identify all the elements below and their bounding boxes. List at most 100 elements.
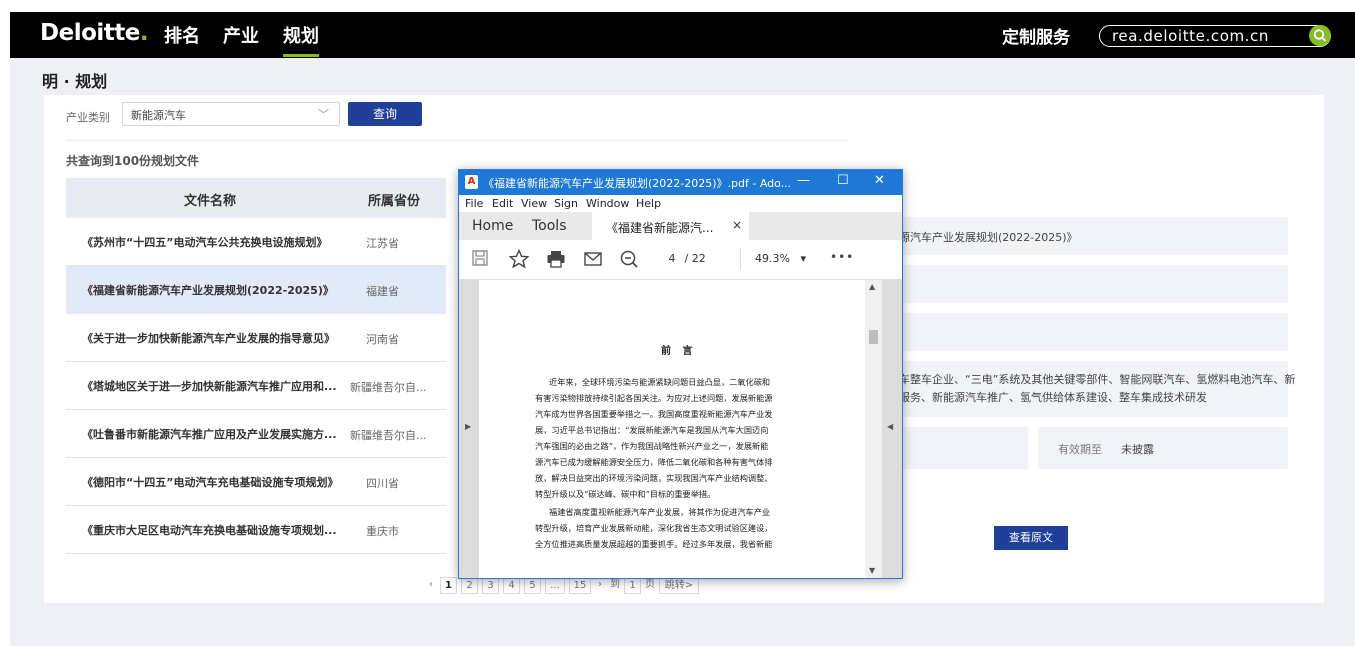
table-row[interactable]: 《关于进一步加快新能源汽车产业发展的指导意见》 河南省: [66, 314, 446, 362]
next-page[interactable]: ›: [595, 577, 605, 594]
table-row[interactable]: 《重庆市大足区电动汽车充换电基础设施专项规划... 重庆市: [66, 506, 446, 554]
document-tab-label: 《福建省新能源汽...: [606, 221, 714, 235]
minimize-button[interactable]: —: [797, 173, 810, 188]
filter-label: 产业类别: [66, 111, 110, 124]
detail-title-box: 能源汽车产业发展规划(2022-2025)》: [848, 217, 1288, 255]
pdf-text-line: 汽车成为世界各国重要举措之一。我国高度重视新能源汽车产业发: [535, 409, 773, 419]
top-nav-bar: Deloitte. 排名 产业 规划 定制服务 rea.deloitte.com…: [10, 12, 1355, 58]
chevron-down-icon: ﹀: [318, 108, 329, 121]
row-file-name: 《重庆市大足区电动汽车充换电基础设施专项规划...: [82, 524, 337, 537]
page-15[interactable]: 15: [569, 577, 591, 594]
close-button[interactable]: ✕: [874, 173, 885, 188]
tab-document[interactable]: 《福建省新能源汽... ×: [592, 212, 749, 240]
row-province: 新疆维吾尔自...: [350, 381, 427, 394]
table-row-selected[interactable]: 《福建省新能源汽车产业发展规划(2022-2025)》 福建省: [66, 266, 446, 314]
menu-view[interactable]: View: [521, 197, 547, 210]
row-file-name: 《苏州市“十四五”电动汽车公共充换电设施规划》: [82, 236, 328, 249]
goto-page-input[interactable]: 1: [624, 577, 641, 594]
pdf-page-heading: 前 言: [661, 346, 697, 357]
row-province: 重庆市: [366, 525, 399, 538]
industry-select[interactable]: 新能源汽车 ﹀: [122, 102, 340, 126]
print-icon[interactable]: [546, 249, 566, 274]
tab-home[interactable]: Home: [472, 218, 513, 234]
site-search-box[interactable]: rea.deloitte.com.cn: [1099, 25, 1331, 47]
table-row[interactable]: 《塔城地区关于进一步加快新能源汽车推广应用和... 新疆维吾尔自...: [66, 362, 446, 410]
row-file-name: 《福建省新能源汽车产业发展规划(2022-2025)》: [82, 284, 334, 297]
row-province: 新疆维吾尔自...: [350, 429, 427, 442]
zoom-select[interactable]: 49.3% ▾: [755, 252, 806, 265]
result-count: 共查询到100份规划文件: [66, 154, 200, 168]
table-row[interactable]: 《德阳市“十四五”电动汽车充电基础设施专项规划》 四川省: [66, 458, 446, 506]
save-icon[interactable]: [471, 249, 489, 272]
pdf-viewer-window[interactable]: A 《福建省新能源汽车产业发展规划(2022-2025)》.pdf - Ado.…: [458, 169, 903, 579]
table-header: 文件名称 所属省份: [66, 178, 446, 218]
custom-service-link[interactable]: 定制服务: [1002, 23, 1070, 48]
detail-dept-box: 厅: [848, 313, 1288, 351]
scroll-down-icon[interactable]: ▼: [869, 566, 875, 575]
pdf-text-line: 放，解决日益突出的环境污染问题，实现我国汽车产业结构调整、: [535, 473, 773, 483]
menu-file[interactable]: File: [465, 197, 483, 210]
search-button[interactable]: [1309, 25, 1331, 46]
row-file-name: 《吐鲁番市新能源汽车推广应用及产业发展实施方...: [82, 428, 337, 441]
row-province: 福建省: [366, 285, 399, 298]
tab-tools[interactable]: Tools: [532, 218, 567, 234]
page-2[interactable]: 2: [461, 577, 478, 594]
zoom-out-icon[interactable]: [619, 249, 639, 274]
expand-left-panel-icon[interactable]: ▶: [465, 422, 471, 431]
detail-title: 能源汽车产业发展规划(2022-2025)》: [888, 231, 1078, 244]
app-window: Deloitte. 排名 产业 规划 定制服务 rea.deloitte.com…: [10, 12, 1355, 646]
table-row[interactable]: 《苏州市“十四五”电动汽车公共充换电设施规划》 江苏省: [66, 218, 446, 266]
pdf-document-view[interactable]: ▶ 前 言 近年来，全球环境污染与能源紧缺问题日益凸显，二氧化碳和 有害污染物排…: [459, 280, 902, 578]
deloitte-logo[interactable]: Deloitte.: [40, 20, 149, 46]
row-file-name: 《关于进一步加快新能源汽车产业发展的指导意见》: [82, 332, 335, 345]
detail-panel: 能源汽车产业发展规划(2022-2025)》 厅 汽车整车企业、“三电”系统及其…: [848, 103, 1310, 553]
page-1[interactable]: 1: [440, 577, 457, 594]
col-file-name: 文件名称: [184, 194, 237, 209]
menu-edit[interactable]: Edit: [492, 197, 513, 210]
page-3[interactable]: 3: [482, 577, 499, 594]
nav-planning[interactable]: 规划: [283, 22, 319, 57]
scroll-up-icon[interactable]: ▲: [869, 282, 875, 291]
menu-window[interactable]: Window: [586, 197, 629, 210]
maximize-button[interactable]: ☐: [837, 173, 849, 188]
page-number-input[interactable]: 4: [663, 252, 681, 265]
menu-sign[interactable]: Sign: [554, 197, 578, 210]
pdf-menu-bar: File Edit View Sign Window Help: [459, 195, 902, 212]
pdf-tab-bar: Home Tools 《福建省新能源汽... ×: [459, 212, 902, 240]
page-ellipsis: ...: [545, 577, 565, 594]
pdf-page: 前 言 近年来，全球环境污染与能源紧缺问题日益凸显，二氧化碳和 有害污染物排放持…: [479, 280, 865, 578]
detail-content-box: 汽车整车企业、“三电”系统及其他关键零部件、智能网联汽车、氢燃料电池汽车、新 车…: [848, 361, 1295, 417]
star-icon[interactable]: [508, 248, 530, 274]
page-4[interactable]: 4: [503, 577, 520, 594]
page-total: / 22: [684, 252, 706, 265]
screen: Deloitte. 排名 产业 规划 定制服务 rea.deloitte.com…: [0, 0, 1355, 646]
query-button[interactable]: 查询: [348, 102, 422, 126]
mail-icon[interactable]: [583, 249, 603, 274]
pdf-scrollbar[interactable]: ▲ ▼: [865, 280, 882, 578]
menu-help[interactable]: Help: [636, 197, 661, 210]
detail-content-line: 车服务、新能源汽车推广、氢气供给体系建设、整车集成技术研发: [888, 391, 1207, 404]
close-tab-icon[interactable]: ×: [732, 218, 742, 232]
pdf-text-line: 展，习近平总书记指出：“发展新能源汽车是我国从汽车大国迈向: [535, 425, 769, 435]
prev-page[interactable]: ‹: [424, 577, 438, 594]
valid-value: 未披露: [1121, 443, 1154, 456]
page-5[interactable]: 5: [524, 577, 541, 594]
more-options-icon[interactable]: •••: [830, 250, 854, 264]
pdf-toolbar: 4 / 22 49.3% ▾ •••: [459, 240, 902, 280]
nav-ranking[interactable]: 排名: [164, 22, 200, 48]
row-file-name: 《塔城地区关于进一步加快新能源汽车推广应用和...: [82, 380, 337, 393]
scrollbar-thumb[interactable]: [869, 330, 878, 344]
page-unit-label: 页: [643, 577, 657, 594]
expand-right-panel-icon[interactable]: ◀: [887, 422, 893, 431]
page-title: 明 · 规划: [42, 72, 108, 91]
view-original-button[interactable]: 查看原文: [994, 526, 1068, 550]
pdf-text-line: 近年来，全球环境污染与能源紧缺问题日益凸显，二氧化碳和: [549, 377, 771, 387]
brand-dot: .: [139, 20, 149, 46]
search-icon: [1313, 29, 1327, 42]
pdf-title-bar[interactable]: A 《福建省新能源汽车产业发展规划(2022-2025)》.pdf - Ado.…: [459, 170, 902, 195]
table-row[interactable]: 《吐鲁番市新能源汽车推广应用及产业发展实施方... 新疆维吾尔自...: [66, 410, 446, 458]
acrobat-icon: A: [465, 175, 478, 189]
nav-industry[interactable]: 产业: [223, 22, 259, 48]
jump-button[interactable]: 跳转>: [659, 577, 699, 594]
pdf-text-line: 转型升级，培育产业发展新动能，深化我省生态文明试验区建设，: [535, 523, 773, 533]
